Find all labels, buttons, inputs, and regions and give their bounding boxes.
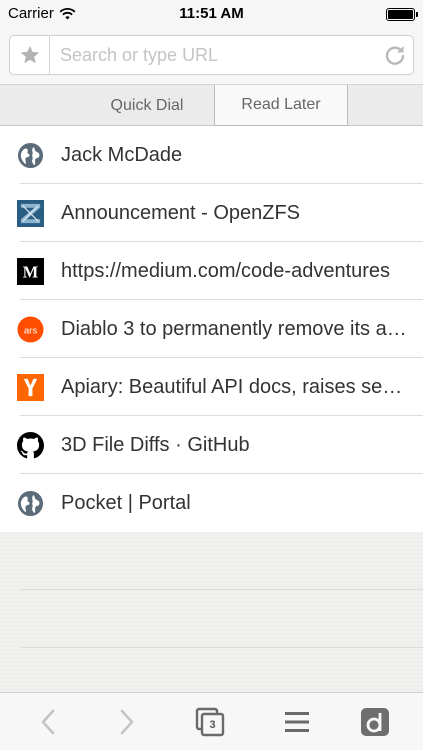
bottom-toolbar: 3	[0, 692, 423, 750]
list-item[interactable]: 3D File Diffs · GitHub	[0, 416, 423, 474]
tabs-count: 3	[209, 719, 216, 731]
back-button[interactable]	[32, 706, 64, 738]
svg-text:ars: ars	[24, 325, 38, 336]
status-bar: Carrier 11:51 AM	[0, 0, 423, 28]
ycombinator-icon	[17, 374, 44, 401]
openzfs-icon	[17, 200, 44, 227]
back-icon	[41, 709, 55, 735]
item-title: 3D File Diffs · GitHub	[61, 434, 250, 456]
tab-read-later[interactable]: Read Later	[214, 85, 348, 126]
dolphin-icon	[361, 708, 389, 736]
item-title: Announcement - OpenZFS	[61, 202, 301, 224]
medium-icon: M	[17, 258, 44, 285]
list-item[interactable]: Jack McDade	[0, 126, 423, 184]
url-bar	[0, 28, 423, 84]
list-item[interactable]: Pocket | Portal	[0, 474, 423, 532]
list-item[interactable]: ars Diablo 3 to permanently remove its a…	[0, 300, 423, 358]
divider	[20, 589, 423, 590]
globe-icon	[17, 490, 44, 517]
dolphin-button[interactable]	[359, 706, 391, 738]
item-title: Diablo 3 to permanently remove its aucti…	[61, 318, 409, 340]
star-icon	[20, 45, 39, 64]
ars-icon: ars	[17, 316, 44, 343]
url-field	[9, 35, 414, 75]
item-title: Pocket | Portal	[61, 492, 191, 514]
bookmark-button[interactable]	[10, 36, 50, 74]
battery-icon	[386, 8, 418, 21]
item-title: Apiary: Beautiful API docs, raises seed …	[61, 376, 409, 398]
item-title: https://medium.com/code-adventures	[61, 260, 391, 282]
forward-icon	[120, 709, 134, 735]
tab-quick-dial[interactable]: Quick Dial	[80, 85, 214, 126]
globe-icon	[17, 142, 44, 169]
github-icon	[17, 432, 44, 459]
status-time: 11:51 AM	[179, 5, 244, 22]
tab-bar: Quick Dial Read Later	[0, 84, 423, 126]
read-later-list: Jack McDade Announcement - OpenZFS M htt…	[0, 126, 423, 532]
divider	[20, 647, 423, 648]
url-input[interactable]	[60, 36, 370, 74]
item-title: Jack McDade	[61, 144, 183, 166]
tabs-button[interactable]: 3	[194, 706, 226, 738]
svg-text:M: M	[23, 262, 38, 281]
empty-list-area	[0, 532, 423, 692]
menu-icon	[285, 712, 309, 732]
list-item[interactable]: Announcement - OpenZFS	[0, 184, 423, 242]
list-item[interactable]: M https://medium.com/code-adventures	[0, 242, 423, 300]
reload-icon[interactable]	[383, 43, 407, 67]
forward-button[interactable]	[111, 706, 143, 738]
menu-button[interactable]	[281, 706, 313, 738]
list-item[interactable]: Apiary: Beautiful API docs, raises seed …	[0, 358, 423, 416]
